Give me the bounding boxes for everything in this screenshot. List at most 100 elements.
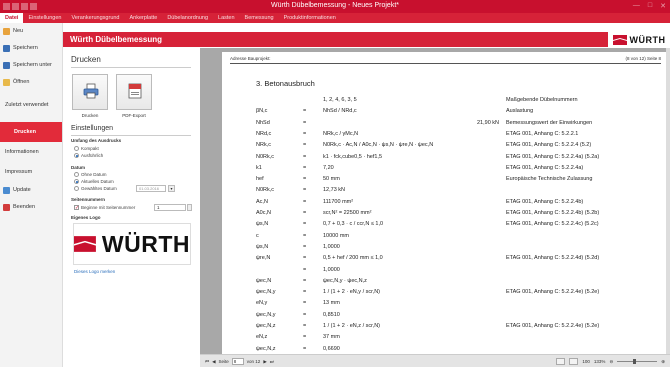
calc-row: ψec,N,y = 1 / (1 + 2 · eN,y / scr,N) ETAG 0… bbox=[256, 288, 656, 297]
calc-ref: ETAG 001, Anhang C: 5.2.2.4 (5.2) bbox=[506, 142, 592, 149]
tab-verankerungsgrund[interactable]: Verankerungsgrund bbox=[66, 13, 124, 23]
calc-sym: NRd,c bbox=[256, 130, 272, 137]
nav-beenden[interactable]: Beenden bbox=[0, 199, 62, 216]
maximize-icon[interactable]: □ bbox=[648, 2, 652, 10]
update-icon bbox=[3, 187, 10, 194]
calc-sym: ψec,N bbox=[256, 277, 272, 284]
first-page-icon[interactable]: ⏮ bbox=[205, 359, 209, 364]
calc-eq: = bbox=[303, 334, 307, 341]
single-page-icon[interactable] bbox=[556, 358, 566, 365]
pagenum-checkbox[interactable]: ✓ Beginne mit Seitennummer bbox=[74, 205, 135, 211]
calc-row: NRd,c = NRk,c / γMc,N ETAG 001, Anhang C: 5… bbox=[256, 130, 656, 139]
settings-heading: Einstellungen bbox=[71, 125, 114, 132]
calc-expr: 7,20 bbox=[323, 164, 334, 171]
calendar-dropdown-icon[interactable]: ▾ bbox=[168, 185, 175, 192]
calc-sym: hef bbox=[256, 176, 264, 183]
print-button[interactable] bbox=[72, 74, 108, 110]
nav-speichern-unter[interactable]: Speichern unter bbox=[0, 57, 62, 74]
calc-expr: 111700 mm² bbox=[323, 198, 354, 205]
calc-row: A0c,N = scr,N² = 22500 mm² ETAG 001, Anhang… bbox=[256, 209, 656, 218]
print-preview[interactable]: Adresse Bauprojekt: (8 von 12) Seite 8 3… bbox=[200, 48, 670, 363]
nav-informationen[interactable]: Informationen bbox=[0, 142, 62, 162]
nav-zuletzt-verwendet[interactable]: Zuletzt verwendet bbox=[0, 95, 62, 122]
date-input[interactable]: 01.03.2016 bbox=[136, 185, 166, 192]
calc-val: 21,90 kN bbox=[476, 119, 499, 126]
calc-expr: 50 mm bbox=[323, 176, 340, 183]
zoom-out-icon[interactable]: ⊖ bbox=[609, 359, 613, 365]
calc-ref: ETAG 001, Anhang C: 5.2.2.4e) (5.2e) bbox=[506, 323, 600, 329]
calc-sym: ψec,N,y bbox=[256, 289, 276, 296]
radio-dot bbox=[74, 186, 79, 191]
tab-lasten[interactable]: Lasten bbox=[213, 13, 240, 23]
zoom-slider[interactable] bbox=[617, 359, 658, 364]
tab-datei[interactable]: Datei bbox=[0, 13, 24, 23]
nav-update[interactable]: Update bbox=[0, 182, 62, 199]
calc-expr: 0,5 + hef / 200 mm ≤ 1,0 bbox=[323, 255, 383, 262]
zoom-value: 133% bbox=[593, 359, 606, 364]
radio-gewaehltes-datum[interactable]: Gewähltes Datum bbox=[74, 186, 117, 191]
checkbox-box: ✓ bbox=[74, 205, 80, 211]
tab-ankerplatte[interactable]: Ankerplatte bbox=[125, 13, 163, 23]
prev-page-icon[interactable]: ◀ bbox=[212, 359, 215, 365]
pdf-export-label: PDF-Export bbox=[122, 113, 146, 118]
calc-expr: 0,8510 bbox=[323, 311, 340, 318]
calc-sym: N0Rk,c bbox=[256, 187, 275, 194]
radio-aktuelles-datum[interactable]: Aktuelles Datum bbox=[74, 179, 114, 184]
window-title: Würth Dübelbemessung - Neues Projekt* bbox=[270, 2, 399, 9]
calc-sym: ψs,N bbox=[256, 243, 269, 250]
calc-ref: ETAG 001, Anhang C: 5.2.2.4b) (5.2b) bbox=[506, 210, 600, 216]
pagenum-input[interactable]: 1 bbox=[154, 204, 186, 211]
radio-ausfuehrlich[interactable]: Ausführlich bbox=[74, 153, 103, 158]
nav-speichern[interactable]: Speichern bbox=[0, 40, 62, 57]
nav-label: Informationen bbox=[5, 149, 39, 155]
calc-eq: = bbox=[303, 210, 307, 216]
page-number-input[interactable]: 8 bbox=[231, 358, 244, 365]
calc-expr: 10000 mm bbox=[323, 232, 349, 239]
address-label: Adresse Bauprojekt: bbox=[230, 56, 271, 61]
calc-row: hef = 50 mm Europäische Technische Zulassun… bbox=[256, 175, 656, 184]
nav-impressum[interactable]: Impressum bbox=[0, 162, 62, 182]
vertical-scrollbar[interactable] bbox=[666, 48, 670, 354]
radio-ohne-datum[interactable]: Ohne Datum bbox=[74, 172, 107, 177]
minimize-icon[interactable]: — bbox=[633, 2, 640, 10]
close-icon[interactable]: ✕ bbox=[660, 2, 666, 10]
calc-ref: ETAG 001, Anhang C: 5.2.2.4b) bbox=[506, 198, 584, 205]
calc-sym: ψre,N bbox=[256, 255, 271, 262]
remember-logo-link[interactable]: Dieses Logo merken bbox=[74, 269, 115, 274]
calc-row: ψec,N = ψec,N,y · ψec,N,z bbox=[256, 277, 656, 286]
radio-label: Gewähltes Datum bbox=[81, 186, 117, 191]
radio-kompakt[interactable]: Kompakt bbox=[74, 146, 99, 151]
calc-sym: NRk,c bbox=[256, 142, 271, 149]
tab-einstellungen[interactable]: Einstellungen bbox=[23, 13, 66, 23]
calc-row: 1, 2, 4, 6, 3, 5 Maßgebende Dübelnummern bbox=[256, 96, 656, 105]
page-navigation: ⏮ ◀ Seite 8 von 12 ▶ ⏭ bbox=[205, 358, 274, 365]
radio-label: Kompakt bbox=[81, 146, 99, 151]
page-header: Würth Dübelbemessung WÜRTH bbox=[63, 32, 670, 47]
custom-logo-preview[interactable]: WÜRTH bbox=[73, 223, 191, 265]
calc-eq: = bbox=[303, 289, 307, 296]
printer-icon bbox=[83, 83, 99, 99]
nav-drucken[interactable]: Drucken bbox=[0, 122, 62, 142]
pdf-export-button[interactable] bbox=[116, 74, 152, 110]
tab-produktinformationen[interactable]: Produktinformationen bbox=[279, 13, 341, 23]
nav-neu[interactable]: Neu bbox=[0, 23, 62, 40]
last-page-icon[interactable]: ⏭ bbox=[270, 359, 274, 364]
nav-label: Drucken bbox=[14, 129, 37, 135]
tab-bemessung[interactable]: Bemessung bbox=[240, 13, 279, 23]
calc-sym: βN,c bbox=[256, 108, 268, 115]
pagenum-label: Seitennummern bbox=[71, 197, 106, 202]
nav-label: Update bbox=[13, 187, 31, 193]
multi-page-icon[interactable] bbox=[569, 358, 579, 365]
calc-ref: ETAG 001, Anhang C: 5.2.2.4d) (5.2d) bbox=[506, 255, 600, 262]
calc-row: NRk,c = N0Rk,c · Ac,N / A0c,N · ψs,N · ψre… bbox=[256, 141, 656, 150]
new-doc-icon bbox=[3, 28, 10, 35]
tab-duebelanordnung[interactable]: Dübelanordnung bbox=[162, 13, 213, 23]
page-prefix: Seite bbox=[218, 359, 229, 364]
nav-oeffnen[interactable]: Öffnen bbox=[0, 74, 62, 91]
calc-eq: = bbox=[303, 255, 307, 262]
calc-sym: c bbox=[256, 232, 259, 239]
pagenum-spinner[interactable] bbox=[187, 204, 192, 211]
calc-expr: 1,0000 bbox=[323, 266, 340, 273]
next-page-icon[interactable]: ▶ bbox=[263, 359, 266, 365]
zoom-in-icon[interactable]: ⊕ bbox=[661, 359, 665, 365]
